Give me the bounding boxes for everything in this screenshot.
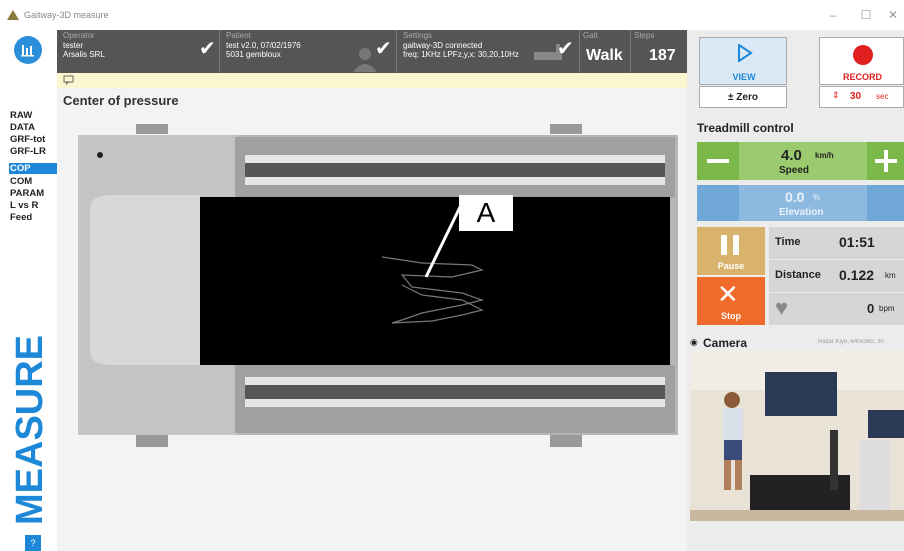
treadmill-view: [78, 124, 678, 447]
operator-check-icon: ✔: [199, 38, 216, 60]
gait-value: Walk: [586, 47, 623, 64]
time-value: 01:51: [839, 234, 875, 250]
speed-decrease-button[interactable]: [697, 142, 739, 180]
record-duration[interactable]: ⇕ 30 sec: [819, 86, 904, 108]
distance-label: Distance: [775, 269, 821, 281]
settings-check-icon: ✔: [557, 38, 574, 60]
title-bar: [0, 0, 904, 30]
settings-filter: freq: 1KHz LPFz,y,x: 30,20,10Hz: [403, 50, 519, 59]
gait-panel: Gait Walk: [580, 30, 631, 73]
elevation-unit: %: [813, 193, 821, 202]
elevation-decrease-button[interactable]: [697, 185, 739, 221]
distance-value: 0.122: [839, 267, 875, 283]
pause-icon: [721, 235, 727, 255]
play-icon: [738, 44, 753, 62]
steps-panel: Steps 187: [631, 30, 687, 73]
view-label: VIEW: [732, 72, 756, 82]
treadmill-belt: [200, 197, 670, 365]
patient-panel[interactable]: Patient test v2.0, 07/02/1976 5031 gembl…: [220, 30, 397, 73]
patient-info: test v2.0, 07/02/1976: [226, 41, 301, 50]
minus-icon: [707, 159, 729, 163]
nav-cop[interactable]: COP: [9, 163, 57, 174]
bar-chart-icon: [21, 45, 34, 57]
treadmill-title: Treadmill control: [697, 121, 794, 135]
nav-param[interactable]: PARAM: [9, 188, 57, 199]
nav-grf-tot[interactable]: GRF-tot: [9, 134, 57, 145]
nav-grf-lr[interactable]: GRF-LR: [9, 146, 57, 157]
nav-raw[interactable]: RAW: [9, 110, 57, 121]
record-label: RECORD: [842, 72, 882, 82]
camera-radio[interactable]: ◉: [690, 337, 702, 347]
speed-label: Speed: [779, 165, 810, 176]
record-button[interactable]: RECORD: [819, 37, 904, 85]
steps-value: 187: [649, 47, 676, 64]
note-icon[interactable]: [63, 75, 74, 85]
elevation-increase-button[interactable]: [867, 185, 904, 221]
nav-com[interactable]: COM: [9, 176, 57, 187]
speed-increase-button[interactable]: [867, 142, 904, 180]
camera-title: Camera: [703, 336, 748, 350]
help-button[interactable]: ?: [25, 535, 41, 551]
operator-org: Arsalis SRL: [63, 50, 105, 59]
pause-label: Pause: [717, 261, 745, 271]
speed-value: 4.0: [781, 147, 802, 164]
steps-label: Steps: [634, 31, 655, 40]
settings-connection: gaitway-3D connected: [403, 41, 483, 50]
record-icon: [853, 45, 873, 65]
camera-info: Razer Kiyo, 640x360, 30: [818, 339, 884, 345]
nav-data[interactable]: DATA: [9, 122, 57, 133]
elevation-display: 0.0 % Elevation: [739, 185, 867, 221]
measure-mode-label: MEASURE: [9, 334, 51, 526]
nav-feed[interactable]: Feed: [9, 212, 57, 223]
page-title: Center of pressure: [63, 93, 179, 108]
heart-unit: bpm: [879, 304, 895, 313]
duration-value: 30: [850, 91, 862, 102]
operator-name: tester: [63, 41, 84, 50]
patient-check-icon: ✔: [375, 38, 392, 60]
speed-display: 4.0 km/h Speed: [739, 142, 867, 180]
distance-unit: km: [885, 271, 896, 280]
operator-label: Operator: [63, 31, 95, 40]
camera-feed: [690, 350, 904, 521]
operator-panel[interactable]: Operator tester Arsalis SRL ✔: [57, 30, 220, 73]
close-button[interactable]: ✕: [882, 6, 904, 24]
nav-l-vs-r[interactable]: L vs R: [9, 200, 57, 211]
chart-logo-button[interactable]: [14, 36, 42, 64]
heart-icon: ♥: [775, 295, 789, 320]
app-icon: [7, 10, 19, 20]
x-icon: ✕: [717, 279, 739, 309]
annotation-label: A: [459, 195, 513, 231]
settings-label: Settings: [403, 31, 432, 40]
distance-row: Distance 0.122 km: [769, 260, 904, 292]
view-button[interactable]: VIEW: [699, 37, 787, 85]
time-row: Time 01:51: [769, 227, 904, 259]
minimize-button[interactable]: –: [822, 6, 844, 24]
notes-bar: [57, 73, 687, 88]
time-label: Time: [775, 236, 801, 248]
pause-button[interactable]: Pause: [697, 227, 765, 275]
elevation-value: 0.0: [785, 189, 805, 205]
speed-unit: km/h: [815, 151, 834, 160]
maximize-button[interactable]: ☐: [855, 6, 877, 24]
heart-rate-row: ♥ 0 bpm: [769, 293, 904, 325]
stop-button[interactable]: ✕ Stop: [697, 277, 765, 325]
plus-icon: [875, 150, 897, 172]
patient-address: 5031 gembloux: [226, 50, 281, 59]
elevation-label: Elevation: [779, 207, 824, 218]
duration-unit: sec: [876, 92, 889, 101]
gait-label: Gait: [583, 31, 598, 40]
duration-stepper-icon[interactable]: ⇕: [832, 90, 840, 101]
window-title: Gaitway-3D measure: [24, 10, 109, 20]
heart-value: 0: [867, 301, 875, 316]
zero-button[interactable]: ± Zero: [699, 86, 787, 108]
patient-label: Patient: [226, 31, 251, 40]
settings-panel[interactable]: Settings gaitway-3D connected freq: 1KHz…: [397, 30, 580, 73]
stop-label: Stop: [721, 311, 741, 321]
